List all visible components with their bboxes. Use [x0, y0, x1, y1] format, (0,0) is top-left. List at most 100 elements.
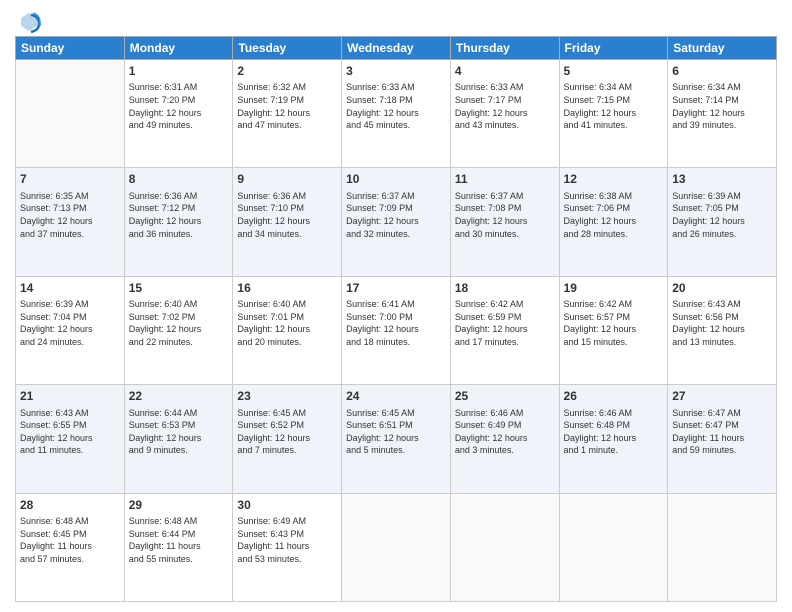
- day-number: 29: [129, 497, 229, 514]
- calendar-day-cell: 30Sunrise: 6:49 AM Sunset: 6:43 PM Dayli…: [233, 493, 342, 601]
- day-number: 17: [346, 280, 446, 297]
- day-number: 6: [672, 63, 772, 80]
- day-number: 26: [564, 388, 664, 405]
- calendar-week-row: 14Sunrise: 6:39 AM Sunset: 7:04 PM Dayli…: [16, 276, 777, 384]
- day-number: 22: [129, 388, 229, 405]
- day-number: 12: [564, 171, 664, 188]
- calendar-week-row: 28Sunrise: 6:48 AM Sunset: 6:45 PM Dayli…: [16, 493, 777, 601]
- calendar-day-cell: 19Sunrise: 6:42 AM Sunset: 6:57 PM Dayli…: [559, 276, 668, 384]
- day-number: 30: [237, 497, 337, 514]
- day-info: Sunrise: 6:42 AM Sunset: 6:57 PM Dayligh…: [564, 298, 664, 348]
- day-info: Sunrise: 6:42 AM Sunset: 6:59 PM Dayligh…: [455, 298, 555, 348]
- day-info: Sunrise: 6:44 AM Sunset: 6:53 PM Dayligh…: [129, 407, 229, 457]
- header: [15, 10, 777, 30]
- calendar-day-cell: 1Sunrise: 6:31 AM Sunset: 7:20 PM Daylig…: [124, 60, 233, 168]
- day-info: Sunrise: 6:40 AM Sunset: 7:02 PM Dayligh…: [129, 298, 229, 348]
- day-number: 5: [564, 63, 664, 80]
- calendar-day-cell: 11Sunrise: 6:37 AM Sunset: 7:08 PM Dayli…: [450, 168, 559, 276]
- calendar-day-cell: [450, 493, 559, 601]
- day-info: Sunrise: 6:33 AM Sunset: 7:17 PM Dayligh…: [455, 81, 555, 131]
- day-info: Sunrise: 6:43 AM Sunset: 6:56 PM Dayligh…: [672, 298, 772, 348]
- calendar-day-cell: 13 Sunrise: 6:39 AM Sunset: 7:05 PM Dayli…: [668, 168, 777, 276]
- calendar-day-cell: 16Sunrise: 6:40 AM Sunset: 7:01 PM Dayli…: [233, 276, 342, 384]
- day-info: Sunrise: 6:32 AM Sunset: 7:19 PM Dayligh…: [237, 81, 337, 131]
- day-info: Sunrise: 6:49 AM Sunset: 6:43 PM Dayligh…: [237, 515, 337, 565]
- day-number: 1: [129, 63, 229, 80]
- logo-icon: [17, 10, 41, 34]
- calendar-day-cell: 4Sunrise: 6:33 AM Sunset: 7:17 PM Daylig…: [450, 60, 559, 168]
- day-number: 28: [20, 497, 120, 514]
- day-info: Sunrise: 6:34 AM Sunset: 7:14 PM Dayligh…: [672, 81, 772, 131]
- calendar-day-cell: 28Sunrise: 6:48 AM Sunset: 6:45 PM Dayli…: [16, 493, 125, 601]
- calendar-day-cell: 2Sunrise: 6:32 AM Sunset: 7:19 PM Daylig…: [233, 60, 342, 168]
- day-number: 18: [455, 280, 555, 297]
- day-header-wednesday: Wednesday: [342, 37, 451, 60]
- day-info: Sunrise: 6:43 AM Sunset: 6:55 PM Dayligh…: [20, 407, 120, 457]
- day-header-saturday: Saturday: [668, 37, 777, 60]
- calendar-day-cell: 3Sunrise: 6:33 AM Sunset: 7:18 PM Daylig…: [342, 60, 451, 168]
- day-info: Sunrise: 6:46 AM Sunset: 6:49 PM Dayligh…: [455, 407, 555, 457]
- day-number: 19: [564, 280, 664, 297]
- day-info: Sunrise: 6:46 AM Sunset: 6:48 PM Dayligh…: [564, 407, 664, 457]
- day-number: 4: [455, 63, 555, 80]
- day-info: Sunrise: 6:40 AM Sunset: 7:01 PM Dayligh…: [237, 298, 337, 348]
- day-info: Sunrise: 6:36 AM Sunset: 7:10 PM Dayligh…: [237, 190, 337, 240]
- day-info: Sunrise: 6:37 AM Sunset: 7:09 PM Dayligh…: [346, 190, 446, 240]
- calendar-day-cell: 29Sunrise: 6:48 AM Sunset: 6:44 PM Dayli…: [124, 493, 233, 601]
- day-info: Sunrise: 6:48 AM Sunset: 6:44 PM Dayligh…: [129, 515, 229, 565]
- day-header-friday: Friday: [559, 37, 668, 60]
- day-header-thursday: Thursday: [450, 37, 559, 60]
- calendar-day-cell: [668, 493, 777, 601]
- day-number: 13: [672, 171, 772, 188]
- page: SundayMondayTuesdayWednesdayThursdayFrid…: [0, 0, 792, 612]
- calendar-day-cell: 7Sunrise: 6:35 AM Sunset: 7:13 PM Daylig…: [16, 168, 125, 276]
- calendar-day-cell: 9 Sunrise: 6:36 AM Sunset: 7:10 PM Daylig…: [233, 168, 342, 276]
- day-number: 16: [237, 280, 337, 297]
- calendar-day-cell: 24 Sunrise: 6:45 AM Sunset: 6:51 PM Dayli…: [342, 385, 451, 493]
- day-number: 3: [346, 63, 446, 80]
- day-info: Sunrise: 6:41 AM Sunset: 7:00 PM Dayligh…: [346, 298, 446, 348]
- day-info: Sunrise: 6:34 AM Sunset: 7:15 PM Dayligh…: [564, 81, 664, 131]
- calendar-day-cell: 23 Sunrise: 6:45 AM Sunset: 6:52 PM Dayli…: [233, 385, 342, 493]
- calendar-week-row: 7Sunrise: 6:35 AM Sunset: 7:13 PM Daylig…: [16, 168, 777, 276]
- calendar-header-row: SundayMondayTuesdayWednesdayThursdayFrid…: [16, 37, 777, 60]
- calendar-day-cell: 20Sunrise: 6:43 AM Sunset: 6:56 PM Dayli…: [668, 276, 777, 384]
- day-info: Sunrise: 6:31 AM Sunset: 7:20 PM Dayligh…: [129, 81, 229, 131]
- calendar-day-cell: 26 Sunrise: 6:46 AM Sunset: 6:48 PM Dayli…: [559, 385, 668, 493]
- calendar-day-cell: 21Sunrise: 6:43 AM Sunset: 6:55 PM Dayli…: [16, 385, 125, 493]
- day-info: Sunrise: 6:48 AM Sunset: 6:45 PM Dayligh…: [20, 515, 120, 565]
- day-info: Sunrise: 6:47 AM Sunset: 6:47 PM Dayligh…: [672, 407, 772, 457]
- logo: [15, 10, 41, 30]
- day-info: Sunrise: 6:45 AM Sunset: 6:51 PM Dayligh…: [346, 407, 446, 457]
- day-number: 20: [672, 280, 772, 297]
- day-number: 14: [20, 280, 120, 297]
- day-info: Sunrise: 6:45 AM Sunset: 6:52 PM Dayligh…: [237, 407, 337, 457]
- calendar-week-row: 1Sunrise: 6:31 AM Sunset: 7:20 PM Daylig…: [16, 60, 777, 168]
- calendar-day-cell: 14Sunrise: 6:39 AM Sunset: 7:04 PM Dayli…: [16, 276, 125, 384]
- day-number: 15: [129, 280, 229, 297]
- calendar-day-cell: 18Sunrise: 6:42 AM Sunset: 6:59 PM Dayli…: [450, 276, 559, 384]
- calendar-day-cell: 17Sunrise: 6:41 AM Sunset: 7:00 PM Dayli…: [342, 276, 451, 384]
- day-number: 24: [346, 388, 446, 405]
- day-number: 7: [20, 171, 120, 188]
- day-info: Sunrise: 6:36 AM Sunset: 7:12 PM Dayligh…: [129, 190, 229, 240]
- calendar-week-row: 21Sunrise: 6:43 AM Sunset: 6:55 PM Dayli…: [16, 385, 777, 493]
- day-header-sunday: Sunday: [16, 37, 125, 60]
- day-number: 25: [455, 388, 555, 405]
- calendar-day-cell: 6Sunrise: 6:34 AM Sunset: 7:14 PM Daylig…: [668, 60, 777, 168]
- calendar-day-cell: 8 Sunrise: 6:36 AM Sunset: 7:12 PM Daylig…: [124, 168, 233, 276]
- day-info: Sunrise: 6:39 AM Sunset: 7:05 PM Dayligh…: [672, 190, 772, 240]
- day-number: 23: [237, 388, 337, 405]
- day-number: 8: [129, 171, 229, 188]
- day-number: 9: [237, 171, 337, 188]
- day-info: Sunrise: 6:37 AM Sunset: 7:08 PM Dayligh…: [455, 190, 555, 240]
- calendar-day-cell: 27Sunrise: 6:47 AM Sunset: 6:47 PM Dayli…: [668, 385, 777, 493]
- day-info: Sunrise: 6:33 AM Sunset: 7:18 PM Dayligh…: [346, 81, 446, 131]
- calendar-day-cell: [559, 493, 668, 601]
- day-info: Sunrise: 6:38 AM Sunset: 7:06 PM Dayligh…: [564, 190, 664, 240]
- day-header-tuesday: Tuesday: [233, 37, 342, 60]
- day-number: 10: [346, 171, 446, 188]
- calendar-day-cell: 25 Sunrise: 6:46 AM Sunset: 6:49 PM Dayli…: [450, 385, 559, 493]
- calendar-table: SundayMondayTuesdayWednesdayThursdayFrid…: [15, 36, 777, 602]
- calendar-day-cell: [342, 493, 451, 601]
